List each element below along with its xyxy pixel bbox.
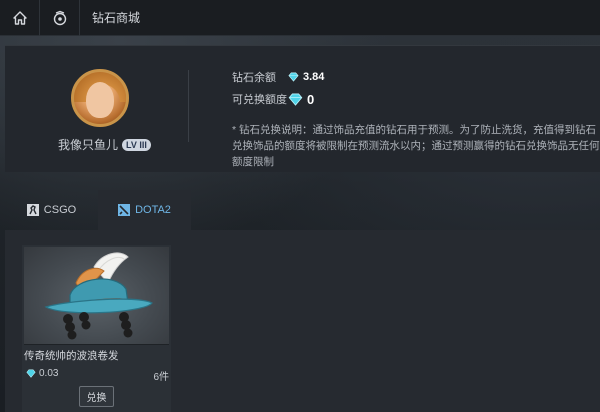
divider: [188, 70, 189, 142]
diamond-balance-value: 3.84: [303, 71, 325, 83]
game-tabs: CSGO DOTA2: [5, 190, 600, 230]
item-card: 传奇统帅的波浪卷发 0.03 6件 兑换: [22, 245, 171, 412]
diamond-balance-label: 钻石余额: [232, 72, 276, 84]
top-bar: 钻石商城: [0, 0, 600, 36]
level-badge: LV III: [122, 138, 151, 151]
store-button[interactable]: [40, 0, 80, 36]
redeem-button[interactable]: 兑换: [79, 386, 114, 407]
username-row: 我像只鱼儿 LV III: [58, 136, 151, 153]
tab-dota2-label: DOTA2: [135, 204, 171, 216]
diamond-icon: [288, 92, 303, 106]
exchange-note: * 钻石兑换说明：通过饰品充值的钻石用于预测。为了防止洗货，充值得到钻石兑换饰品…: [232, 124, 600, 168]
diamond-balance-row: 钻石余额 3.84: [232, 69, 324, 85]
item-price: 0.03: [26, 368, 58, 379]
username: 我像只鱼儿: [58, 138, 119, 152]
home-button[interactable]: [0, 0, 40, 36]
item-image[interactable]: [24, 247, 169, 345]
profile-panel: 我像只鱼儿 LV III 钻石余额 3.84 可兑换额度 0 * 钻石兑换说明：…: [5, 45, 600, 172]
diamond-icon: [288, 72, 299, 82]
redeemable-row: 可兑换额度 0: [232, 91, 314, 107]
home-icon: [12, 10, 27, 25]
item-title: 传奇统帅的波浪卷发: [24, 350, 119, 362]
tab-dota2[interactable]: DOTA2: [98, 190, 191, 230]
dota2-icon: [118, 204, 131, 216]
item-price-value: 0.03: [39, 368, 59, 379]
steering-icon: [53, 10, 66, 25]
item-count: 6件: [153, 372, 169, 383]
redeemable-label: 可兑换额度: [232, 94, 287, 106]
csgo-icon: [26, 204, 39, 216]
tab-csgo[interactable]: CSGO: [5, 190, 98, 230]
hat-illustration: [44, 252, 153, 340]
breadcrumb: 钻石商城: [92, 11, 141, 25]
tab-csgo-label: CSGO: [43, 204, 77, 216]
diamond-icon: [26, 369, 36, 378]
redeemable-value: 0: [307, 91, 315, 107]
avatar[interactable]: [71, 69, 129, 127]
